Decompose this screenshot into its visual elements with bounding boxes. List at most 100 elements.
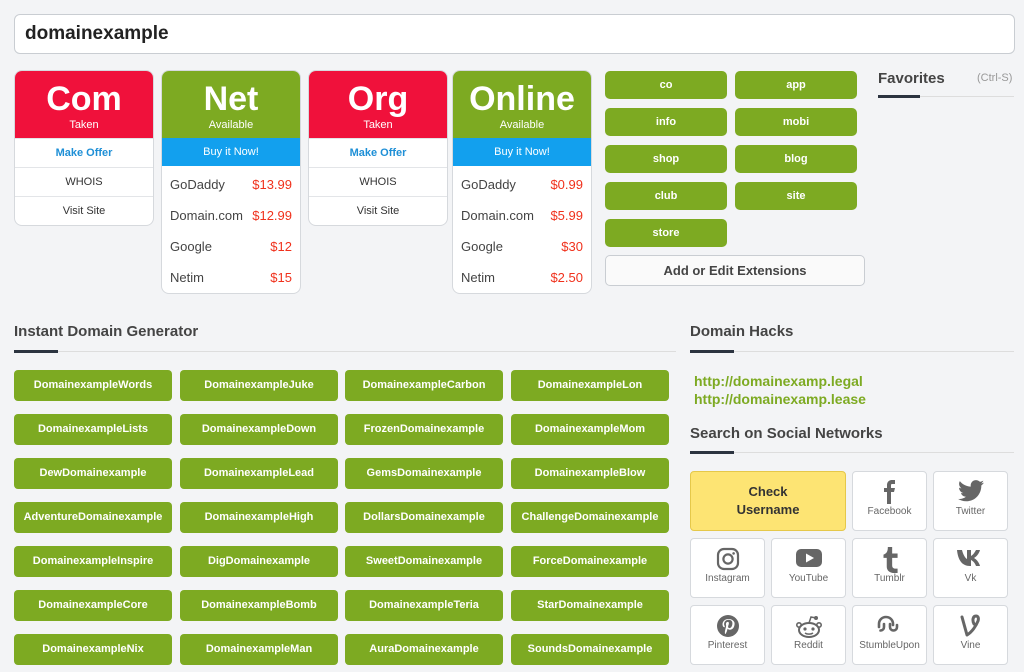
- generated-domain-button[interactable]: FrozenDomainexample: [345, 414, 503, 445]
- social-search-title: Search on Social Networks: [690, 425, 883, 442]
- twitter-icon: [934, 472, 1007, 506]
- generated-domain-button[interactable]: AuraDomainexample: [345, 634, 503, 665]
- generated-domain-button[interactable]: AdventureDomainexample: [14, 502, 172, 533]
- generated-domain-button[interactable]: DigDomainexample: [180, 546, 338, 577]
- price-row[interactable]: GoDaddy $13.99: [162, 169, 300, 200]
- extension-button[interactable]: co: [605, 71, 727, 99]
- whois-link[interactable]: WHOIS: [15, 167, 153, 196]
- extension-button[interactable]: club: [605, 182, 727, 210]
- generated-domain-button[interactable]: SweetDomainexample: [345, 546, 503, 577]
- price-row[interactable]: Google $30: [453, 231, 591, 262]
- visit-site-link[interactable]: Visit Site: [309, 196, 447, 225]
- extension-button[interactable]: store: [605, 219, 727, 247]
- social-pinterest-button[interactable]: Pinterest: [690, 605, 765, 665]
- generated-domain-button[interactable]: DomainexampleHigh: [180, 502, 338, 533]
- visit-site-link[interactable]: Visit Site: [15, 196, 153, 225]
- extension-button[interactable]: app: [735, 71, 857, 99]
- price: $12.99: [252, 208, 292, 223]
- make-offer-link[interactable]: Make Offer: [15, 138, 153, 167]
- registrar-name: Domain.com: [461, 208, 534, 223]
- generated-domain-button[interactable]: DomainexampleLon: [511, 370, 669, 401]
- social-vine-button[interactable]: Vine: [933, 605, 1008, 665]
- tld-card-org: Org Taken Make Offer WHOIS Visit Site: [308, 70, 448, 226]
- domain-search-input[interactable]: domainexample: [14, 14, 1015, 54]
- social-twitter-button[interactable]: Twitter: [933, 471, 1008, 531]
- registrar-name: Google: [170, 239, 212, 254]
- tld-name: Online: [469, 80, 575, 118]
- generated-domain-button[interactable]: GemsDomainexample: [345, 458, 503, 489]
- generated-domain-button[interactable]: DomainexampleDown: [180, 414, 338, 445]
- whois-link[interactable]: WHOIS: [309, 167, 447, 196]
- generated-domain-button[interactable]: DomainexampleBomb: [180, 590, 338, 621]
- make-offer-link[interactable]: Make Offer: [309, 138, 447, 167]
- price: $2.50: [550, 270, 583, 285]
- extension-button[interactable]: shop: [605, 145, 727, 173]
- tld-header: Com Taken: [15, 71, 153, 138]
- price-row[interactable]: GoDaddy $0.99: [453, 169, 591, 200]
- tld-card-online: Online Available Buy it Now! GoDaddy $0.9…: [452, 70, 592, 294]
- generated-domain-button[interactable]: SoundsDomainexample: [511, 634, 669, 665]
- generated-domain-button[interactable]: DomainexampleJuke: [180, 370, 338, 401]
- generated-domain-button[interactable]: DomainexampleMom: [511, 414, 669, 445]
- buy-now-button[interactable]: Buy it Now!: [162, 138, 300, 166]
- social-instagram-button[interactable]: Instagram: [690, 538, 765, 598]
- social-label: Vk: [964, 573, 977, 584]
- price-row[interactable]: Netim $2.50: [453, 262, 591, 293]
- check-username-label: Check Username: [736, 484, 800, 517]
- price: $30: [561, 239, 583, 254]
- generated-domain-button[interactable]: DomainexampleMan: [180, 634, 338, 665]
- tld-name: Org: [347, 80, 409, 118]
- registrar-name: Google: [461, 239, 503, 254]
- generated-domain-button[interactable]: StarDomainexample: [511, 590, 669, 621]
- generated-domain-button[interactable]: DollarsDomainexample: [345, 502, 503, 533]
- tld-card-com: Com Taken Make Offer WHOIS Visit Site: [14, 70, 154, 226]
- extension-button[interactable]: info: [605, 108, 727, 136]
- generated-domain-button[interactable]: DomainexampleLists: [14, 414, 172, 445]
- facebook-icon: [853, 472, 926, 506]
- social-label: StumbleUpon: [859, 640, 920, 651]
- registrar-name: GoDaddy: [461, 177, 516, 192]
- generated-domain-button[interactable]: DomainexampleCore: [14, 590, 172, 621]
- domain-hack-link[interactable]: http://domainexamp.lease: [694, 391, 866, 407]
- tld-card-net: Net Available Buy it Now! GoDaddy $13.99 …: [161, 70, 301, 294]
- generated-domain-button[interactable]: DomainexampleNix: [14, 634, 172, 665]
- extension-button[interactable]: blog: [735, 145, 857, 173]
- generated-domain-button[interactable]: DomainexampleTeria: [345, 590, 503, 621]
- generated-domain-button[interactable]: ForceDomainexample: [511, 546, 669, 577]
- generated-domain-button[interactable]: DomainexampleWords: [14, 370, 172, 401]
- social-tumblr-button[interactable]: Tumblr: [852, 538, 927, 598]
- tld-status: Taken: [69, 119, 99, 131]
- social-label: Pinterest: [707, 640, 748, 651]
- price-row[interactable]: Domain.com $5.99: [453, 200, 591, 231]
- social-search-divider: [690, 451, 1014, 454]
- social-stumbleupon-button[interactable]: StumbleUpon: [852, 605, 927, 665]
- price-row[interactable]: Domain.com $12.99: [162, 200, 300, 231]
- check-username-button[interactable]: Check Username: [690, 471, 846, 531]
- domain-hacks-title: Domain Hacks: [690, 323, 794, 340]
- buy-now-button[interactable]: Buy it Now!: [453, 138, 591, 166]
- price: $0.99: [550, 177, 583, 192]
- pinterest-icon: [691, 606, 764, 640]
- generated-domain-button[interactable]: DomainexampleBlow: [511, 458, 669, 489]
- extension-button[interactable]: mobi: [735, 108, 857, 136]
- social-reddit-button[interactable]: Reddit: [771, 605, 846, 665]
- generated-domain-button[interactable]: ChallengeDomainexample: [511, 502, 669, 533]
- edit-extensions-button[interactable]: Add or Edit Extensions: [605, 255, 865, 286]
- registrar-name: GoDaddy: [170, 177, 225, 192]
- social-youtube-button[interactable]: YouTube: [771, 538, 846, 598]
- generated-domain-button[interactable]: DomainexampleInspire: [14, 546, 172, 577]
- extension-button[interactable]: site: [735, 182, 857, 210]
- domain-hack-link[interactable]: http://domainexamp.legal: [694, 373, 863, 389]
- generated-domain-button[interactable]: DomainexampleCarbon: [345, 370, 503, 401]
- price-row[interactable]: Netim $15: [162, 262, 300, 293]
- social-facebook-button[interactable]: Facebook: [852, 471, 927, 531]
- social-vk-button[interactable]: Vk: [933, 538, 1008, 598]
- generated-domain-button[interactable]: DomainexampleLead: [180, 458, 338, 489]
- tld-header: Net Available: [162, 71, 300, 138]
- tld-status: Available: [499, 119, 545, 131]
- tld-header: Org Taken: [309, 71, 447, 138]
- registrar-name: Domain.com: [170, 208, 243, 223]
- generated-domain-button[interactable]: DewDomainexample: [14, 458, 172, 489]
- price-row[interactable]: Google $12: [162, 231, 300, 262]
- domain-hacks-divider: [690, 350, 1014, 353]
